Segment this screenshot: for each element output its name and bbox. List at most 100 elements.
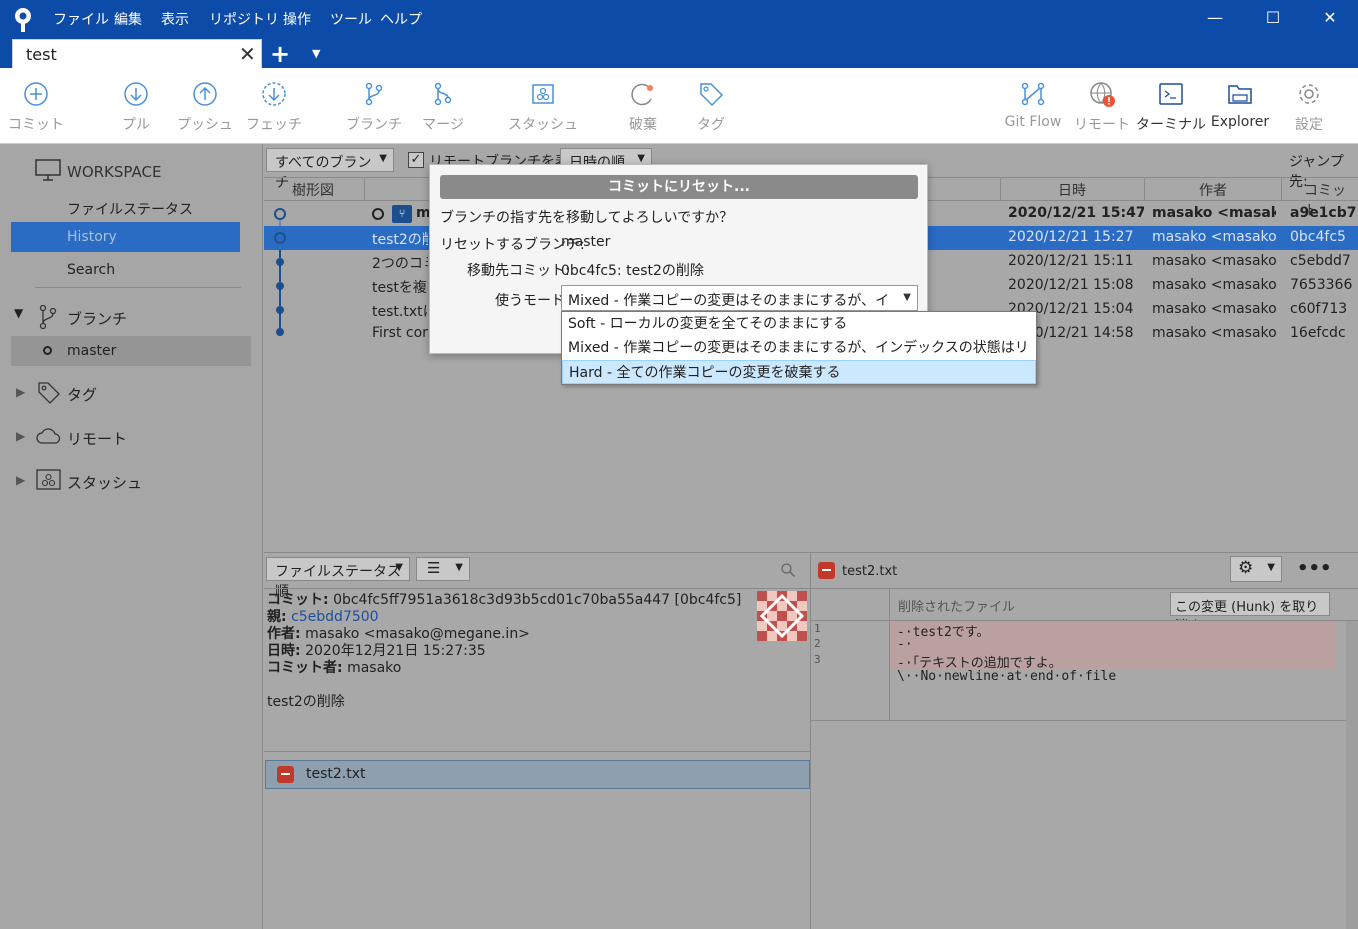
chevron-down-icon: ▼ [903,292,911,303]
discard-hunk-button[interactable]: この変更 (Hunk) を取り消す [1170,592,1330,634]
discard-button[interactable]: 破棄 [608,68,678,144]
commit-button[interactable]: コミット [1,68,71,144]
view-mode-dropdown[interactable]: ☰ ▼ [416,557,470,581]
diff-scrollbar[interactable] [1346,621,1358,929]
mode-select[interactable]: Mixed - 作業コピーの変更はそのままにするが、インデックス ▼ [561,285,918,311]
current-branch-icon [43,346,52,355]
commit-node [276,258,284,266]
explorer-button[interactable]: Explorer [1205,68,1275,144]
settings-button[interactable]: 設定 [1274,68,1344,144]
sidebar-divider [35,287,241,288]
gear-icon: ⚙ [1238,558,1254,578]
mode-option-hard[interactable]: Hard - 全ての作業コピーの変更を破棄する [562,360,1036,384]
target-commit-value: 0bc4fc5: test2の削除 [561,263,704,279]
remotes-expand-icon[interactable]: ▶ [16,429,25,443]
diff-options-button[interactable]: ⚙ ▼ [1230,556,1282,582]
menu-tools[interactable]: ツール [330,9,372,29]
commit-node [274,208,286,220]
tab-menu-icon[interactable]: ▼ [312,47,320,60]
no-newline-notice: \··No·newline·at·end·of·file [897,669,1117,684]
merge-button[interactable]: マージ [408,68,478,144]
mode-option-mixed[interactable]: Mixed - 作業コピーの変更はそのままにするが、インデックスの状態はリセット… [562,336,1036,380]
commit-date: 2020/12/21 15:08 [1008,277,1134,293]
branch-button[interactable]: ブランチ [339,68,409,144]
branch-value: master [561,234,611,250]
tags-expand-icon[interactable]: ▶ [16,385,25,399]
changed-file-row[interactable]: test2.txt [265,760,810,789]
column-divider [1144,178,1145,201]
monitor-icon [35,159,61,181]
repo-tab[interactable]: test ✕ [12,39,262,68]
branch-badge-icon: ⑂ [392,205,412,223]
hunk-header: 削除されたファイル [898,600,1016,615]
cloud-icon [36,428,61,444]
commit-icon [24,82,48,106]
branches-heading[interactable]: ブランチ [67,308,127,329]
more-options-icon[interactable]: ••• [1297,558,1332,579]
gitflow-icon [1021,82,1045,106]
diff-file-name: test2.txt [842,564,898,579]
commit-description: test.txtに [372,304,428,320]
close-window-button[interactable]: ✕ [1315,8,1345,30]
branch-filter-dropdown[interactable]: すべてのブランチ ▼ [266,148,394,191]
terminal-button[interactable]: ターミナル [1136,68,1206,144]
stash-button[interactable]: スタッシュ [508,68,578,144]
target-commit-label: 移動先コミット: [467,263,570,279]
menu-file[interactable]: ファイル [53,9,109,29]
title-bar: ファイル 編集 表示 リポジトリ 操作 ツール ヘルプ — ☐ ✕ test ✕… [0,0,1358,68]
explorer-label: Explorer [1210,114,1270,130]
commit-description: m [416,205,430,221]
dialog-question: ブランチの指す先を移動してよろしいですか？ [440,210,734,226]
tags-heading[interactable]: タグ [67,384,97,405]
remote-button[interactable]: リモート [1067,68,1137,144]
parent-link[interactable]: c5ebdd7500 [291,609,379,625]
commit-hash: a9e1cb7 [1290,205,1356,221]
commit-full-hash: 0bc4fc5ff7951a3618c3d93b5cd01c70ba55a447… [333,592,742,608]
divider [811,588,1358,589]
commit-node [276,328,284,336]
pull-button[interactable]: プル [101,68,171,144]
line-number: 1 [814,622,821,635]
settings-label: 設定 [1295,117,1323,133]
commit-author: masako <masako@ [1152,277,1276,293]
sidebar-item-file-status[interactable]: ファイルステータス [67,199,193,219]
pull-icon [124,82,148,106]
sidebar-item-master[interactable]: master [11,336,251,366]
menu-help[interactable]: ヘルプ [380,9,422,29]
commit-node [276,282,284,290]
fetch-button[interactable]: フェッチ [239,68,309,144]
push-button[interactable]: プッシュ [170,68,240,144]
show-remote-checkbox[interactable]: ✓ [408,152,424,168]
remotes-heading[interactable]: リモート [67,428,127,449]
minimize-button[interactable]: — [1200,8,1230,30]
file-sort-dropdown[interactable]: ファイルステータス順 ▼ [266,557,410,600]
menu-view[interactable]: 表示 [161,9,189,29]
column-graph[interactable]: 樹形図 [292,180,334,200]
search-icon[interactable] [780,562,796,578]
stash-icon [532,84,554,104]
commit-hash: 7653366 [1290,277,1353,293]
mode-label: 使うモード: [495,293,570,309]
mode-option-soft[interactable]: Soft - ローカルの変更を全てそのままにする [562,312,1036,336]
fetch-label: フェッチ [246,117,302,133]
column-date[interactable]: 日時 [1058,180,1086,200]
sidebar-item-history[interactable]: History [11,222,240,252]
menu-actions[interactable]: 操作 [283,9,311,29]
gitflow-button[interactable]: Git Flow [998,68,1068,144]
menu-edit[interactable]: 編集 [114,9,142,29]
menu-repository[interactable]: リポジトリ [209,9,279,29]
commit-description: testを複製 [372,280,428,296]
stashes-heading[interactable]: スタッシュ [67,472,142,493]
commit-label: コミット: [267,592,329,608]
diff-panel: test2.txt ⚙ ▼ ••• 削除されたファイル この変更 (Hunk) … [811,553,1358,929]
tag-button[interactable]: タグ [676,68,746,144]
maximize-button[interactable]: ☐ [1258,8,1288,30]
history-label: History [67,229,117,245]
new-tab-button[interactable]: + [270,40,290,68]
branches-expand-icon[interactable]: ▼ [14,306,23,320]
tab-close-icon[interactable]: ✕ [239,42,256,66]
sidebar-item-search[interactable]: Search [67,262,115,278]
head-icon [372,208,384,220]
stashes-expand-icon[interactable]: ▶ [16,473,25,487]
column-author[interactable]: 作者 [1199,180,1227,200]
